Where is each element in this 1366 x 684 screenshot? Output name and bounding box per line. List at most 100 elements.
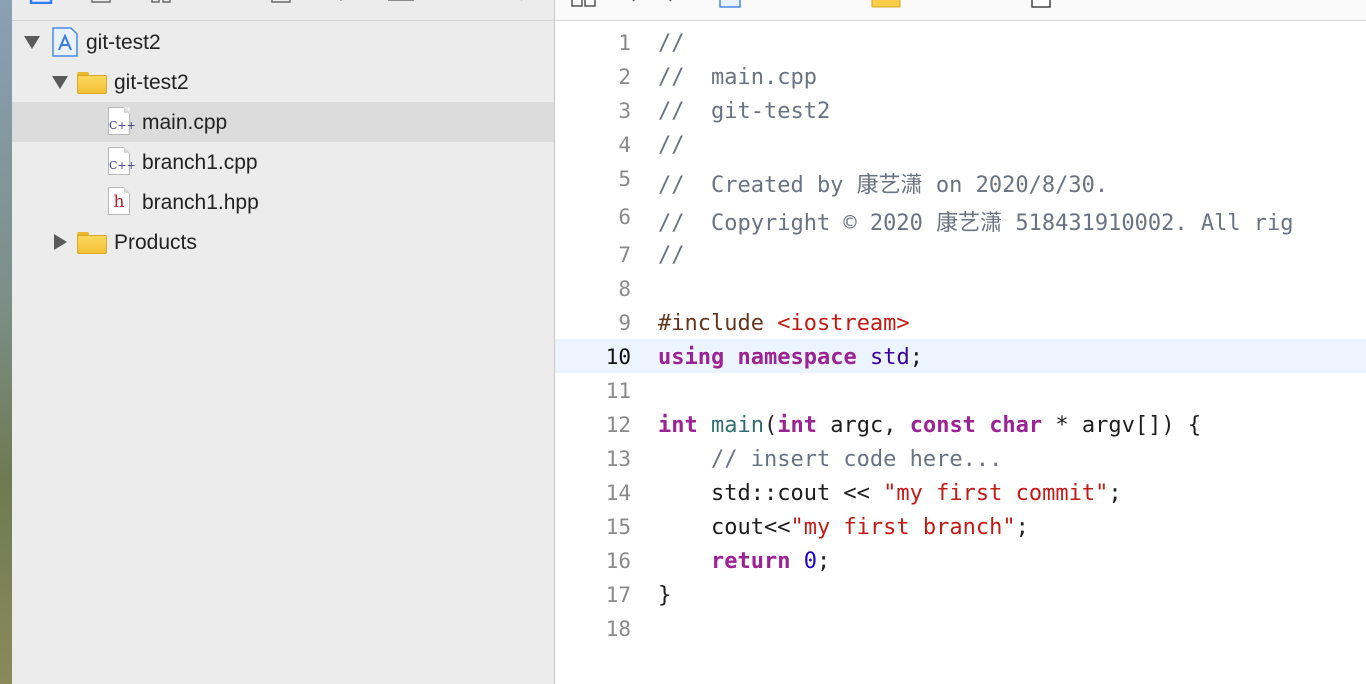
back-chevron-icon[interactable]	[629, 0, 643, 8]
code-line[interactable]: 5 // Created by 康艺潇 on 2020/8/30.	[555, 161, 1366, 198]
line-number[interactable]: 6	[555, 205, 631, 229]
line-number[interactable]: 9	[555, 311, 631, 335]
debug-navigator-tab-icon[interactable]	[388, 0, 414, 4]
jumpbar-project-icon[interactable]	[719, 0, 741, 8]
line-number[interactable]: 3	[555, 99, 631, 123]
code-text[interactable]: //	[658, 243, 685, 268]
navigator-item-branch1-hpp[interactable]: h branch1.hpp	[12, 182, 554, 222]
code-line[interactable]: 7 //	[555, 237, 1366, 271]
disclosure-triangle-expanded-icon[interactable]	[24, 36, 40, 49]
jumpbar-folder-icon[interactable]	[871, 0, 901, 8]
code-text[interactable]: cout<<"my first branch";	[658, 515, 1029, 540]
code-line[interactable]: 12 int main(int argc, const char * argv[]…	[555, 407, 1366, 441]
line-number[interactable]: 17	[555, 583, 631, 607]
line-number[interactable]: 14	[555, 481, 631, 505]
cpp-file-icon: C++	[108, 147, 136, 175]
code-text[interactable]: // Created by 康艺潇 on 2020/8/30.	[658, 167, 1108, 199]
related-items-grid-icon[interactable]	[571, 0, 597, 8]
navigator-item-label: Products	[114, 231, 197, 254]
code-text[interactable]: //	[658, 31, 685, 56]
symbol-navigator-tab-icon[interactable]	[148, 0, 174, 4]
code-text[interactable]: // insert code here...	[658, 447, 1002, 472]
header-file-icon: h	[108, 187, 130, 215]
navigator-item-label: main.cpp	[142, 111, 228, 134]
code-line[interactable]: 8	[555, 271, 1366, 305]
disclosure-triangle-collapsed-icon[interactable]	[54, 234, 67, 250]
code-token-keyword: return	[710, 549, 791, 574]
line-number[interactable]: 7	[555, 243, 631, 267]
code-line[interactable]: 18	[555, 611, 1366, 645]
forward-chevron-icon[interactable]	[661, 0, 675, 8]
code-token-plain: ;	[909, 345, 923, 370]
issue-navigator-tab-icon[interactable]	[268, 0, 294, 4]
line-number[interactable]: 13	[555, 447, 631, 471]
code-token-type: std	[869, 345, 910, 370]
code-token-plain: argc,	[816, 413, 910, 438]
code-line[interactable]: 9 #include <iostream>	[555, 305, 1366, 339]
code-token-plain: ;	[1108, 481, 1122, 506]
code-token-plain: }	[658, 583, 672, 608]
code-text[interactable]: int main(int argc, const char * argv[]) …	[658, 413, 1201, 438]
source-editor[interactable]: 1 // 2 // main.cpp 3 // git-test2 4 // 5 // Creat…	[555, 0, 1366, 684]
line-number[interactable]: 16	[555, 549, 631, 573]
code-line[interactable]: 13 // insert code here...	[555, 441, 1366, 475]
code-text[interactable]: #include <iostream>	[658, 311, 910, 336]
code-token-keyword: int	[777, 413, 817, 438]
code-line[interactable]: 2 // main.cpp	[555, 59, 1366, 93]
code-token-comment: // Created by 康艺潇 on 2020/8/30.	[658, 173, 1109, 198]
line-number[interactable]: 15	[555, 515, 631, 539]
navigator-toolbar	[12, 0, 554, 21]
line-number[interactable]: 5	[555, 167, 631, 191]
code-token-plain: ;	[816, 549, 831, 574]
code-line[interactable]: 6 // Copyright © 2020 康艺潇 518431910002. A…	[555, 199, 1366, 236]
code-text[interactable]: // git-test2	[658, 99, 830, 124]
code-line[interactable]: 10 using namespace std;	[555, 339, 1366, 373]
navigator-item-main-cpp[interactable]: C++ main.cpp	[12, 102, 554, 142]
code-text[interactable]: }	[658, 583, 671, 608]
source-control-tab-icon[interactable]	[88, 0, 114, 4]
code-text[interactable]: // main.cpp	[658, 65, 817, 90]
line-number[interactable]: 12	[555, 413, 631, 437]
line-number[interactable]: 10	[555, 345, 631, 369]
code-token-comment: // insert code here...	[710, 447, 1003, 472]
project-navigator-tab-icon[interactable]	[28, 0, 54, 4]
code-line[interactable]: 16 return 0;	[555, 543, 1366, 577]
code-token-comment: // main.cpp	[658, 65, 817, 90]
code-token-comment: //	[658, 243, 685, 268]
navigator-item-label: git-test2	[114, 71, 189, 94]
navigator-item-branch1-cpp[interactable]: C++ branch1.cpp	[12, 142, 554, 182]
line-number[interactable]: 18	[555, 617, 631, 641]
code-line[interactable]: 1 //	[555, 25, 1366, 59]
line-number[interactable]: 11	[555, 379, 631, 403]
find-navigator-tab-icon[interactable]	[208, 0, 234, 4]
code-line[interactable]: 11	[555, 373, 1366, 407]
code-line[interactable]: 15 cout<<"my first branch";	[555, 509, 1366, 543]
code-line[interactable]: 17}	[555, 577, 1366, 611]
code-token-preproc: #include	[658, 311, 778, 336]
code-text[interactable]: //	[658, 133, 685, 158]
test-navigator-tab-icon[interactable]	[328, 0, 354, 4]
code-text[interactable]: using namespace std;	[658, 345, 923, 370]
navigator-item-group-products[interactable]: Products	[12, 222, 554, 262]
code-text[interactable]: return 0;	[658, 549, 830, 574]
line-number[interactable]: 8	[555, 277, 631, 301]
line-number[interactable]: 1	[555, 31, 631, 55]
code-text[interactable]: // Copyright © 2020 康艺潇 518431910002. Al…	[658, 205, 1294, 237]
code-line[interactable]: 14 std::cout << "my first commit";	[555, 475, 1366, 509]
navigator-item-group-git-test2[interactable]: git-test2	[12, 62, 554, 102]
code-line[interactable]: 3 // git-test2	[555, 93, 1366, 127]
code-line[interactable]: 4 //	[555, 127, 1366, 161]
disclosure-triangle-expanded-icon[interactable]	[52, 76, 68, 89]
line-number[interactable]: 2	[555, 65, 631, 89]
code-token-number: 0	[803, 549, 817, 574]
navigator-item-project[interactable]: git-test2	[12, 22, 554, 62]
jumpbar-file-icon[interactable]	[1031, 0, 1051, 8]
report-navigator-tab-icon[interactable]	[508, 0, 534, 4]
code-text[interactable]: std::cout << "my first commit";	[658, 481, 1122, 506]
line-number[interactable]: 4	[555, 133, 631, 157]
